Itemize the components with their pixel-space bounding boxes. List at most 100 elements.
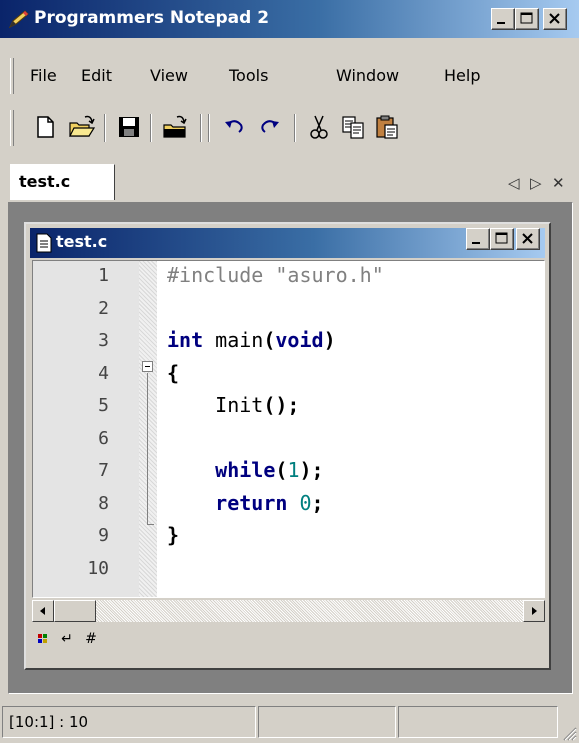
new-file-button[interactable]	[30, 112, 60, 142]
menu-tools[interactable]: Tools	[229, 66, 268, 85]
code-line: }	[167, 523, 179, 547]
open-file-button[interactable]	[66, 112, 96, 142]
document-window: test.c 1 2 3 4 5 6 7 8 9 10 #include "asuro.h" int …	[24, 222, 551, 670]
linenumbers-toggle-button[interactable]: #	[80, 628, 102, 650]
open-folder-icon	[69, 115, 95, 137]
code-token: )	[323, 328, 336, 352]
status-panel-3	[398, 706, 558, 738]
toolbar-separator	[104, 114, 106, 142]
code-token: ();	[263, 393, 300, 417]
maximize-button[interactable]	[515, 8, 539, 30]
resize-grip-icon[interactable]	[559, 723, 577, 741]
tab-prev-icon[interactable]: ◁	[508, 174, 520, 192]
line-number: 1	[98, 265, 109, 286]
open-project-button[interactable]	[160, 112, 190, 142]
code-line: #include "asuro.h"	[167, 263, 384, 287]
close-icon	[549, 13, 560, 24]
maximize-icon	[520, 12, 533, 24]
line-number: 2	[98, 297, 109, 319]
paste-button[interactable]	[372, 112, 402, 142]
code-line: int main(void)	[167, 328, 336, 352]
toolbar-separator	[294, 114, 296, 142]
cut-button[interactable]	[304, 112, 334, 142]
toolbar-grip[interactable]	[10, 110, 14, 146]
doc-minimize-button[interactable]	[466, 228, 490, 250]
cursor-position: [10:1] : 10	[9, 713, 89, 731]
toolbar	[0, 106, 579, 150]
code-line: while(1);	[167, 458, 323, 482]
code-token: }	[167, 523, 180, 547]
code-line: Init();	[167, 393, 299, 417]
minimize-button[interactable]	[491, 8, 515, 30]
open-project-icon	[163, 115, 187, 138]
tab-next-icon[interactable]: ▷	[530, 174, 542, 192]
code-token: (	[263, 328, 276, 352]
line-numbers-icon: #	[85, 631, 97, 647]
line-number: 5	[98, 395, 109, 416]
menu-edit[interactable]: Edit	[81, 66, 112, 85]
status-position: [10:1] : 10	[2, 706, 256, 738]
tab-test-c[interactable]: test.c	[10, 164, 115, 200]
status-panel-2	[258, 706, 396, 738]
status-bar: [10:1] : 10	[0, 702, 579, 743]
fold-collapse-icon[interactable]	[142, 361, 153, 372]
minimize-icon	[472, 242, 480, 244]
line-number: 8	[98, 492, 109, 514]
line-number: 10	[87, 557, 109, 579]
window-title: Programmers Notepad 2	[34, 8, 270, 28]
code-line: {	[167, 361, 179, 385]
fold-margin[interactable]	[139, 261, 157, 597]
line-number: 3	[98, 330, 109, 351]
code-token: Init	[167, 393, 264, 417]
whitespace-toggle-button[interactable]	[32, 628, 54, 650]
undo-icon	[225, 120, 243, 133]
menubar-grip[interactable]	[10, 58, 14, 94]
wordwrap-icon: ↵	[61, 631, 73, 647]
doc-close-button[interactable]	[516, 228, 540, 250]
code-editor[interactable]: 1 2 3 4 5 6 7 8 9 10 #include "asuro.h" int main(vo…	[32, 260, 545, 598]
doc-maximize-button[interactable]	[490, 228, 514, 250]
copy-button[interactable]	[338, 112, 368, 142]
fold-end	[147, 524, 154, 525]
app-pencil-icon	[8, 10, 29, 29]
scroll-right-button[interactable]	[523, 600, 545, 622]
close-icon	[522, 233, 533, 244]
toolbar-separator	[150, 114, 152, 142]
toolbar-separator	[200, 114, 202, 142]
save-button[interactable]	[114, 112, 144, 142]
undo-button[interactable]	[220, 112, 250, 142]
copy-icon	[342, 116, 364, 139]
code-token: 1	[287, 458, 300, 482]
tab-close-icon[interactable]: ✕	[552, 174, 565, 192]
document-icon	[36, 233, 52, 253]
menu-file[interactable]: File	[30, 66, 57, 85]
line-number: 6	[98, 427, 109, 449]
wordwrap-toggle-button[interactable]: ↵	[56, 628, 78, 650]
horizontal-scrollbar[interactable]	[32, 600, 545, 622]
minimize-icon	[497, 22, 505, 24]
menu-window[interactable]: Window	[336, 66, 399, 85]
code-token: #include "asuro.h"	[167, 263, 384, 287]
menu-view[interactable]: View	[150, 66, 188, 85]
scroll-thumb[interactable]	[54, 600, 96, 622]
cut-icon	[310, 115, 328, 139]
window-titlebar[interactable]: Programmers Notepad 2	[0, 0, 579, 38]
redo-icon	[261, 120, 279, 133]
code-line: return 0;	[167, 490, 323, 515]
menu-help[interactable]: Help	[444, 66, 480, 85]
line-number: 9	[98, 525, 109, 546]
code-token: int	[167, 328, 204, 352]
line-number: 7	[98, 460, 109, 481]
code-token: 0	[299, 490, 312, 515]
code-token: (	[275, 458, 288, 482]
close-button[interactable]	[543, 8, 567, 30]
code-token: {	[167, 360, 180, 385]
maximize-icon	[495, 232, 508, 244]
menu-bar: File Edit View Tools Window Help	[0, 56, 579, 96]
code-token: void	[275, 328, 324, 352]
redo-button[interactable]	[254, 112, 284, 142]
document-title: test.c	[56, 232, 108, 251]
scroll-left-button[interactable]	[32, 600, 54, 622]
